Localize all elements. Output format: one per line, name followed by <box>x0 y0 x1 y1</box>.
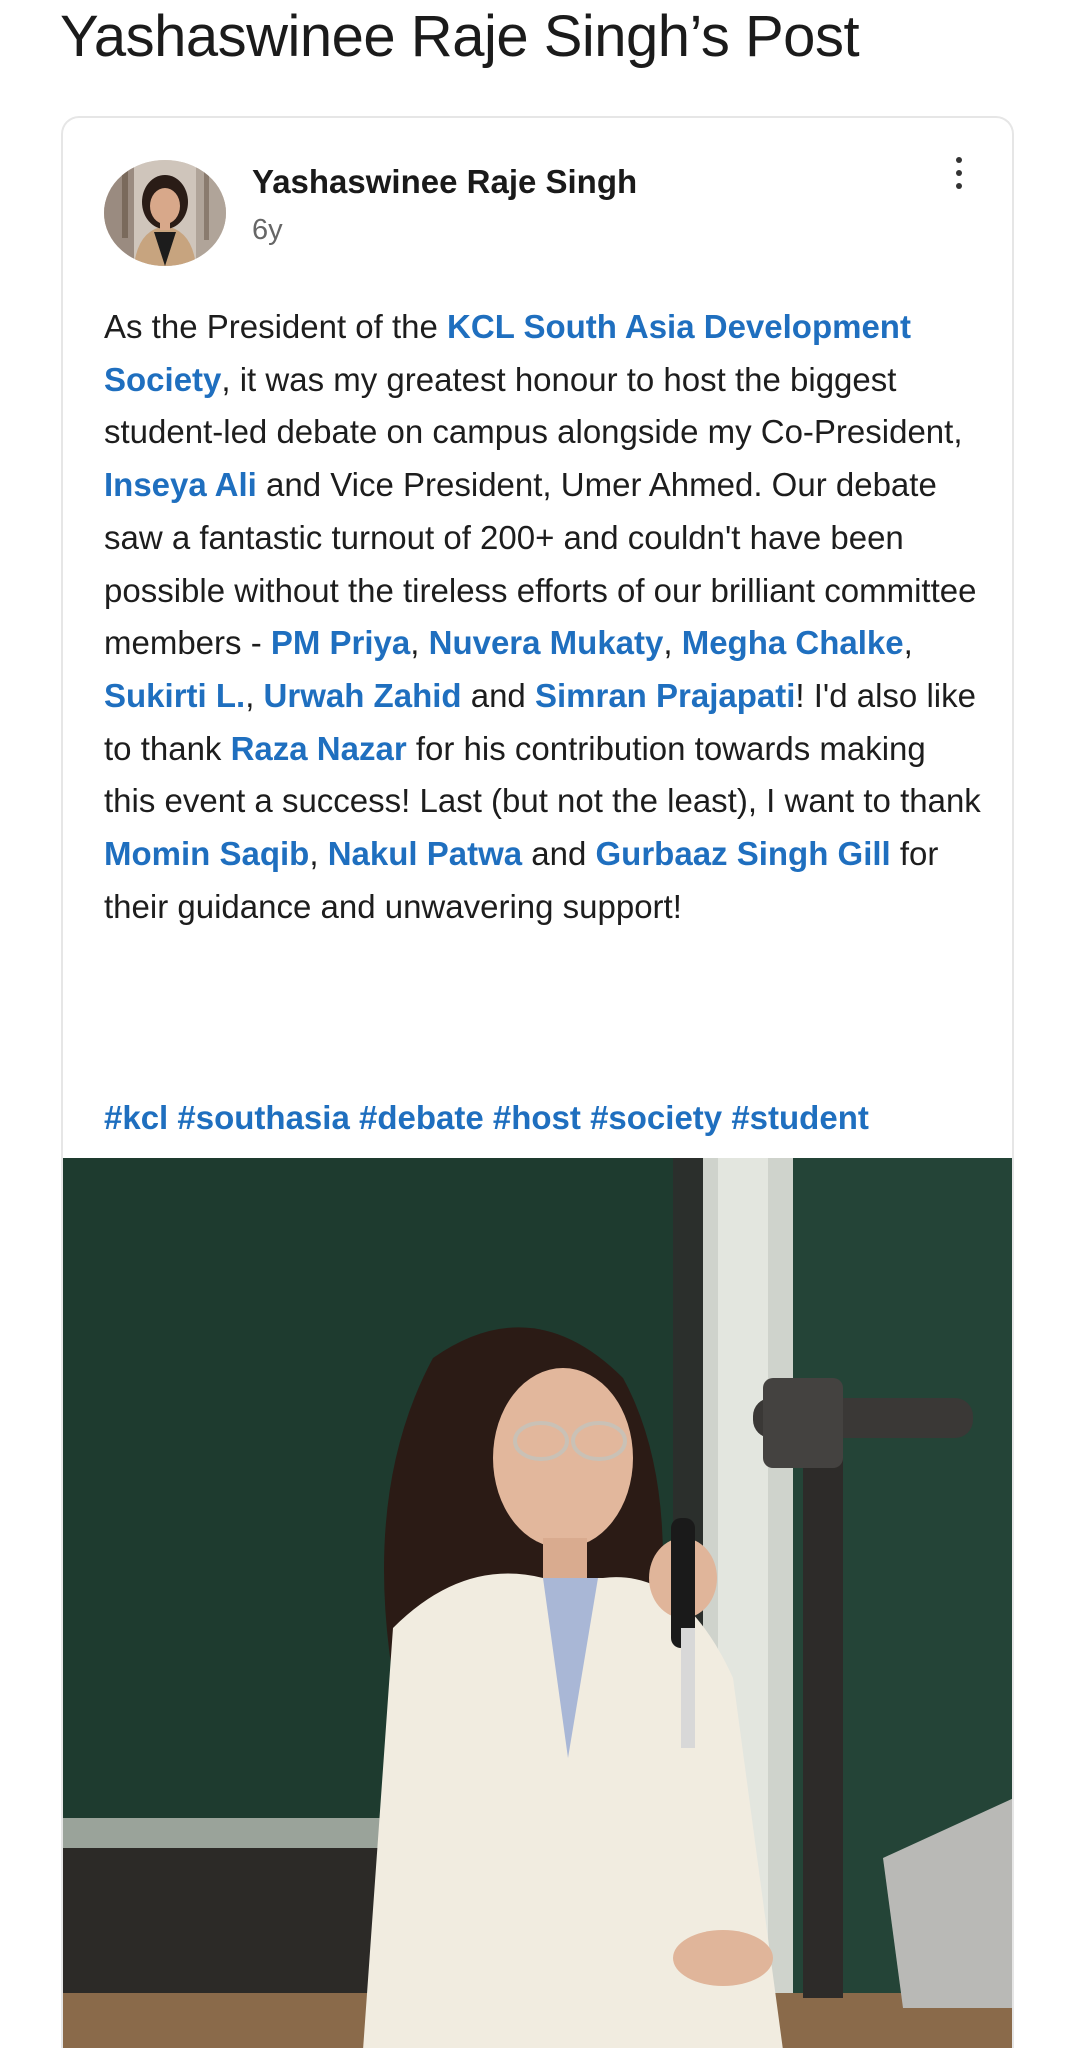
post-text-segment: , it was my greatest honour to host the … <box>104 360 963 451</box>
hashtag-link[interactable]: #kcl <box>104 1099 168 1136</box>
hashtag-link[interactable]: #southasia <box>177 1099 349 1136</box>
mention-link[interactable]: Inseya Ali <box>104 466 257 503</box>
speaker-with-microphone-photo <box>63 1158 1012 2048</box>
post-text: As the President of the KCL South Asia D… <box>104 301 984 933</box>
more-vertical-icon-dot <box>956 183 962 189</box>
hashtag-link[interactable]: #debate <box>359 1099 484 1136</box>
post-text-segment: , <box>410 624 429 662</box>
mention-link[interactable]: Nuvera Mukaty <box>429 624 664 661</box>
more-vertical-icon <box>956 157 962 163</box>
post-text-segment: and <box>522 835 596 873</box>
more-vertical-icon-dot <box>956 170 962 176</box>
mention-link[interactable]: Megha Chalke <box>682 624 904 661</box>
hashtag-link[interactable]: #society <box>590 1099 722 1136</box>
post-text-segment: As the President of the <box>104 308 448 345</box>
mention-link[interactable]: Raza Nazar <box>231 730 407 767</box>
post-card: Yashaswinee Raje Singh 6y As the Preside… <box>61 116 1014 2048</box>
mention-link[interactable]: Urwah Zahid <box>264 677 462 714</box>
hashtag-link[interactable]: #host <box>493 1099 581 1136</box>
post-text-segment: , <box>309 835 328 873</box>
hashtag-link[interactable]: #student <box>731 1099 869 1136</box>
avatar-photo <box>104 160 226 266</box>
page-title: Yashaswinee Raje Singh’s Post <box>60 4 860 69</box>
post-text-segment: , <box>903 624 913 662</box>
mention-link[interactable]: Nakul Patwa <box>328 835 522 872</box>
post-text-segment: , <box>663 624 682 662</box>
post-image[interactable] <box>63 1158 1012 2048</box>
mention-link[interactable]: Sukirti L. <box>104 677 245 714</box>
post-timestamp: 6y <box>252 214 283 246</box>
mention-link[interactable]: PM Priya <box>271 624 410 661</box>
avatar[interactable] <box>104 160 226 266</box>
post-text-segment: , <box>245 676 264 714</box>
author-name[interactable]: Yashaswinee Raje Singh <box>252 160 637 204</box>
mention-link[interactable]: Gurbaaz Singh Gill <box>596 835 891 872</box>
mention-link[interactable]: Momin Saqib <box>104 835 309 872</box>
more-options-button[interactable] <box>944 148 974 198</box>
mention-link[interactable]: Simran Prajapati <box>535 677 795 714</box>
post-text-segment: and <box>461 676 535 714</box>
hashtag-list: #kcl #southasia #debate #host #society #… <box>104 1092 1004 1144</box>
